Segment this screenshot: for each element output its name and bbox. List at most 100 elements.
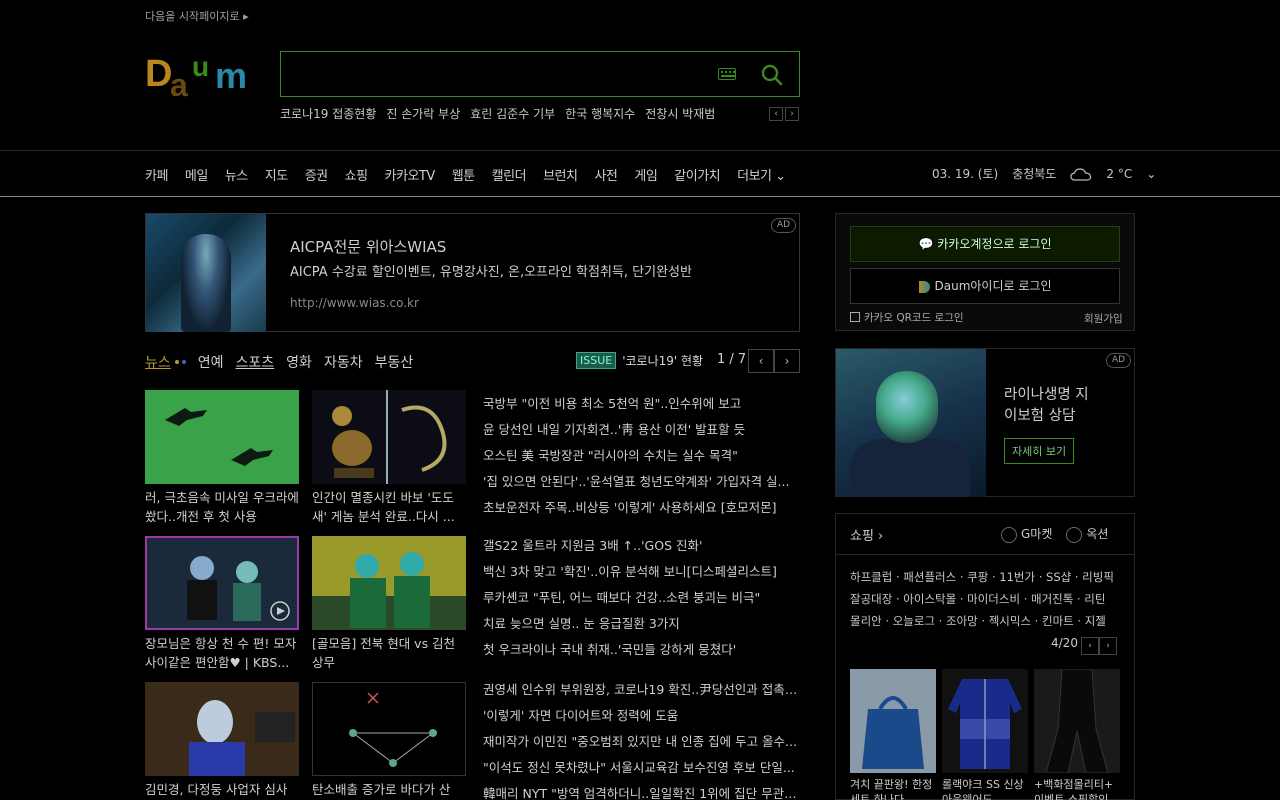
weather-region[interactable]: 충청북도 (1012, 165, 1056, 182)
nav-shopping[interactable]: 쇼핑 (345, 165, 368, 184)
news-thumbnail[interactable] (312, 390, 466, 484)
nav-mail[interactable]: 메일 (185, 165, 208, 184)
news-thumbnail[interactable] (312, 682, 466, 776)
brand-label: G마켓 (1021, 527, 1053, 541)
ad-detail-button[interactable]: 자세히 보기 (1004, 438, 1075, 464)
headline-list: 국방부 "이전 비용 최소 5천억 원"..인수위에 보고 윤 당선인 내일 기… (483, 391, 799, 521)
daum-login-label: Daum아이디로 로그인 (934, 279, 1052, 293)
auction-link[interactable]: 옥션 (1066, 525, 1108, 543)
ad-text-line: 이보험 상담 (1004, 408, 1076, 424)
news-caption[interactable]: 김민경, 다정둥 사업자 심사 (145, 780, 299, 800)
search-button[interactable] (759, 62, 785, 88)
news-caption[interactable]: 장모님은 항상 천 수 편! 모자 사이같은 편안함♥ | KBS... (145, 634, 299, 672)
headline-item[interactable]: '집 있으면 안된다'..'윤석열표 청년도약계좌' 가입자격 실... (483, 469, 799, 495)
trend-item[interactable]: 전창시 박재범 (645, 105, 715, 122)
headline-item[interactable]: 첫 우크라이나 국내 취재..'국민들 강하게 뭉쳤다' (483, 637, 799, 663)
headline-item[interactable]: 국방부 "이전 비용 최소 5천억 원"..인수위에 보고 (483, 391, 799, 417)
ad-description[interactable]: AICPA 수강료 할인이벤트, 유명강사진, 온,오프라인 학점취득, 단기완… (290, 261, 692, 280)
shopping-link-row[interactable]: 잘공대장 · 아이스탁몰 · 마이더스비 · 매거진톡 · 리틴 (850, 588, 1122, 610)
headline-item[interactable]: 루카셴코 "푸틴, 어느 때보다 건강..소련 붕괴는 비극" (483, 585, 799, 611)
nav-calendar[interactable]: 캘린더 (492, 165, 527, 184)
ad-title[interactable]: AICPA전문 위아스WIAS (290, 236, 446, 257)
headline-item[interactable]: "이석도 정신 못차렸나" 서울시교육감 보수진영 후보 단일... (483, 755, 799, 781)
product-thumbnail[interactable] (850, 669, 936, 773)
search-input[interactable] (291, 60, 711, 88)
headline-item[interactable]: 韓매리 NYT "방역 엄격하더니..일일확진 1위에 집단 무관심" (483, 781, 799, 800)
keyboard-icon[interactable] (718, 68, 736, 80)
tab-entertainment[interactable]: 연예 (198, 352, 224, 372)
issue-link[interactable]: ISSUE '코로나19' 현황 (576, 352, 703, 369)
tab-news[interactable]: 뉴스 (145, 352, 171, 372)
tab-realestate[interactable]: 부동산 (375, 352, 414, 372)
headline-item[interactable]: '이렇게' 자면 다이어트와 정력에 도움 (483, 703, 799, 729)
headline-item[interactable]: 초보운전자 주목..비상등 '이렇게' 사용하세요 [호모저몬] (483, 495, 799, 521)
headline-item[interactable]: 오스틴 美 국방장관 "러시아의 수치는 실수 목격" (483, 443, 799, 469)
news-thumbnail[interactable] (145, 536, 299, 630)
shopping-link-row[interactable]: 하프클럽 · 패션플러스 · 쿠팡 · 11번가 · SS샵 · 리빙픽 (850, 566, 1122, 588)
tab-movie[interactable]: 영화 (286, 352, 312, 372)
kakao-login-button[interactable]: 💬 카카오계정으로 로그인 (850, 226, 1120, 262)
chevron-down-icon[interactable]: ⌄ (1146, 167, 1156, 181)
trend-item[interactable]: 코로나19 접종현황 (280, 105, 376, 122)
product-caption[interactable]: +백화점몰리티+ 이벤트 쇼핑할인 (1034, 777, 1120, 800)
headline-item[interactable]: 백신 3차 맞고 '확진'..이유 분석해 보니[디스페셜리스트] (483, 559, 799, 585)
brand-label: 옥션 (1086, 527, 1109, 541)
trend-prev-button[interactable]: ‹ (769, 107, 783, 121)
news-caption[interactable]: [골모음] 전북 현대 vs 김천 상무 (312, 634, 466, 672)
news-pager-buttons: ‹ › (748, 349, 800, 373)
daum-logo[interactable]: D a u m (145, 51, 263, 103)
daum-login-button[interactable]: Daum아이디로 로그인 (850, 268, 1120, 304)
trend-item[interactable]: 효린 김준수 기부 (470, 105, 555, 122)
news-prev-button[interactable]: ‹ (748, 349, 774, 373)
speech-bubble-icon: 💬 (918, 237, 938, 251)
product-thumbnail[interactable] (1034, 669, 1120, 773)
trending-keywords: 코로나19 접종현황 진 손가락 부상 효린 김준수 기부 한국 행복지수 전창… (280, 105, 715, 122)
set-homepage-link[interactable]: 다음을 시작페이지로 ▸ (145, 8, 249, 24)
headline-item[interactable]: 재미작가 이민진 "중오범죄 있지만 내 인종 집에 두고 올수... (483, 729, 799, 755)
nav-webtoon[interactable]: 웹툰 (452, 165, 475, 184)
news-next-button[interactable]: › (774, 349, 800, 373)
trend-item[interactable]: 한국 행복지수 (565, 105, 635, 122)
nav-dictionary[interactable]: 사전 (594, 165, 617, 184)
news-thumbnail[interactable] (145, 390, 299, 484)
shopping-title-link[interactable]: 쇼핑 › (850, 525, 883, 544)
product-thumbnail[interactable] (942, 669, 1028, 773)
news-caption[interactable]: 인간이 멸종시킨 바보 '도도새' 게놈 분석 완료..다시 ... (312, 488, 466, 526)
shopping-link-row[interactable]: 몰리안 · 오늘로그 · 조아망 · 젝시믹스 · 킨마트 · 지젤 (850, 610, 1122, 632)
nav-cafe[interactable]: 카페 (145, 165, 168, 184)
nav-together[interactable]: 같이가치 (674, 165, 720, 184)
trend-next-button[interactable]: › (785, 107, 799, 121)
banner-ad[interactable]: AICPA전문 위아스WIAS AICPA 수강료 할인이벤트, 유명강사진, … (145, 213, 800, 332)
product-caption[interactable]: 롤랙야크 SS 신상 아웃웨어드 (942, 777, 1028, 800)
headline-item[interactable]: 윤 당선인 내일 기자회견..'靑 용산 이전' 발표할 듯 (483, 417, 799, 443)
tab-car[interactable]: 자동차 (324, 352, 363, 372)
tab-sports[interactable]: 스포츠 (236, 352, 275, 372)
nav-stock[interactable]: 증권 (305, 165, 328, 184)
qr-login-link[interactable]: 카카오 QR코드 로그인 (850, 310, 964, 325)
headline-item[interactable]: 갤S22 울트라 지원금 3배 ↑..'GOS 진화' (483, 533, 799, 559)
headline-item[interactable]: 치료 늦으면 실명.. 눈 응급질환 3가지 (483, 611, 799, 637)
shopping-prev-button[interactable]: ‹ (1081, 637, 1099, 655)
side-ad[interactable]: 라이나생명 지 이보험 상담 자세히 보기 AD (835, 348, 1135, 497)
signup-link[interactable]: 회원가입 (1084, 311, 1123, 326)
qr-login-label: 카카오 QR코드 로그인 (864, 312, 964, 324)
news-thumbnail[interactable] (145, 682, 299, 776)
shopping-next-button[interactable]: › (1099, 637, 1117, 655)
nav-kakaotv[interactable]: 카카오TV (385, 165, 436, 184)
news-caption[interactable]: 탄소배출 증가로 바다가 산 (312, 780, 466, 800)
gmarket-link[interactable]: G마켓 (1001, 525, 1052, 543)
nav-map[interactable]: 지도 (265, 165, 288, 184)
trend-item[interactable]: 진 손가락 부상 (386, 105, 460, 122)
nav-news[interactable]: 뉴스 (225, 165, 248, 184)
product-caption[interactable]: 겨치 끝판왕! 한정세트 하나다 (850, 777, 936, 800)
headline-item[interactable]: 권영세 인수위 부위원장, 코로나19 확진..尹당선인과 접촉 ... (483, 677, 799, 703)
news-caption[interactable]: 러, 극초음속 미사일 우크라에 쐈다..개전 후 첫 사용 (145, 488, 299, 526)
news-thumbnail[interactable] (312, 536, 466, 630)
ad-url[interactable]: http://www.wias.co.kr (290, 296, 419, 310)
issue-badge: ISSUE (576, 352, 617, 369)
nav-brunch[interactable]: 브런치 (543, 165, 578, 184)
svg-text:a: a (170, 67, 188, 98)
tab-dots-icon (174, 360, 186, 364)
nav-game[interactable]: 게임 (634, 165, 657, 184)
nav-more[interactable]: 더보기 ⌄ (737, 165, 786, 184)
